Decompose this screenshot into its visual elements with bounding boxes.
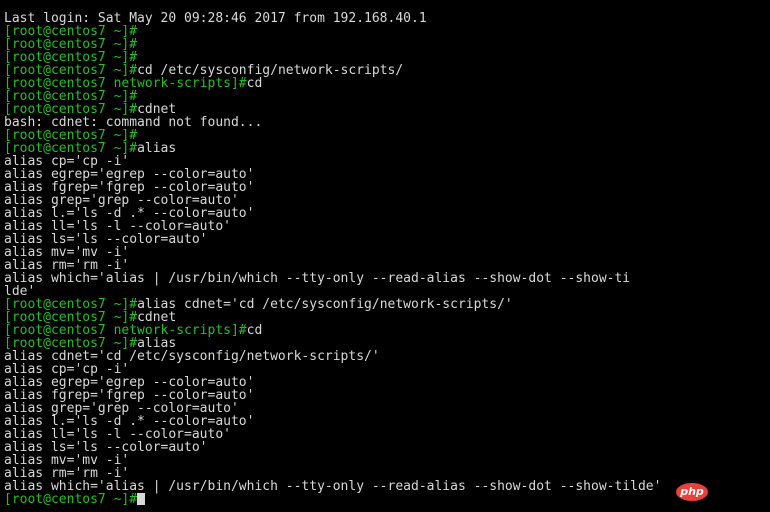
command-text: cd (246, 76, 263, 91)
command-text: alias cdnet='cd /etc/sysconfig/network-s… (137, 297, 513, 312)
text-cursor[interactable] (137, 493, 146, 505)
php-watermark-logo: php (676, 483, 708, 501)
prompt-user-host: [root@centos7 (4, 492, 114, 507)
prompt-symbol: ]# (230, 76, 247, 91)
prompt-symbol: ]# (121, 492, 138, 507)
prompt-symbol: ]# (230, 323, 247, 338)
command-text: alias (137, 141, 177, 156)
output-text: alias which='alias | /usr/bin/which --tt… (4, 271, 631, 286)
command-text: cd (246, 323, 263, 338)
prompt-line: [root@centos7 ~]# (4, 493, 768, 506)
terminal-window[interactable]: Last login: Sat May 20 09:28:46 2017 fro… (4, 12, 768, 506)
output-line: alias which='alias | /usr/bin/which --tt… (4, 272, 768, 285)
